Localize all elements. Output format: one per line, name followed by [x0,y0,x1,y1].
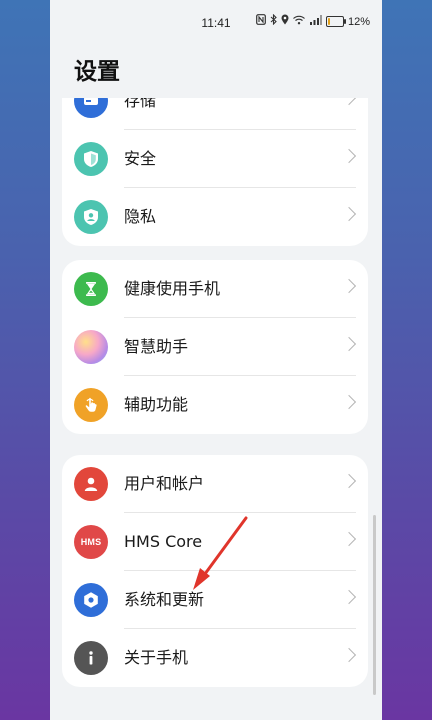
settings-item-accessibility[interactable]: 辅助功能 [62,376,368,434]
settings-item-users[interactable]: 用户和帐户 [62,455,368,513]
assistant-orb-icon [74,330,108,364]
hourglass-icon [74,272,108,306]
location-icon [281,14,289,29]
wifi-icon [293,15,305,29]
settings-item-label: 隐私 [124,207,157,226]
settings-item-digital-balance[interactable]: 健康使用手机 [62,260,368,318]
settings-item-hms-core[interactable]: HMS HMS Core [62,513,368,571]
chevron-right-icon [341,98,357,106]
settings-item-label: 用户和帐户 [124,474,205,493]
chevron-right-icon [341,394,357,410]
signal-icon [309,14,322,29]
settings-item-about-phone[interactable]: 关于手机 [62,629,368,687]
settings-item-storage[interactable]: 存储 [62,98,368,130]
settings-item-security[interactable]: 安全 [62,130,368,188]
user-icon [74,467,108,501]
battery-percent: 12% [347,15,370,28]
hand-pointer-icon [74,388,108,422]
privacy-shield-icon [74,200,108,234]
storage-icon [74,98,108,118]
chevron-right-icon [341,589,357,605]
status-icons: 12% [256,13,370,29]
chevron-right-icon [341,531,357,547]
nfc-icon [256,14,266,29]
phone-screen: 11:41 12% 设置 存储 安全 隐私 健康使用手机 智慧助手 辅助功能 用… [50,0,382,720]
page-title: 设置 [74,59,120,85]
settings-group-device: 存储 安全 隐私 [62,98,368,246]
bluetooth-icon [270,13,277,29]
status-bar: 11:41 12% [50,0,382,46]
settings-item-label: 关于手机 [124,648,189,667]
settings-group-system: 用户和帐户 HMS HMS Core 系统和更新 关于手机 [62,455,368,687]
chevron-right-icon [341,647,357,663]
gear-icon [74,583,108,617]
settings-item-label: 健康使用手机 [124,279,221,298]
settings-item-label: 系统和更新 [124,590,205,609]
info-icon [74,641,108,675]
hms-logo-text: HMS [80,537,102,547]
shield-icon [74,142,108,176]
hms-logo-icon: HMS [74,525,108,559]
chevron-right-icon [341,278,357,294]
chevron-right-icon [341,148,357,164]
scrollbar[interactable] [373,515,376,695]
battery-icon [325,16,346,27]
chevron-right-icon [341,473,357,489]
settings-item-label: HMS Core [124,532,203,551]
settings-item-assistant[interactable]: 智慧助手 [62,318,368,376]
settings-item-label: 辅助功能 [124,395,189,414]
battery-level [327,18,330,25]
chevron-right-icon [341,206,357,222]
settings-item-privacy[interactable]: 隐私 [62,188,368,246]
settings-list[interactable]: 存储 安全 隐私 健康使用手机 智慧助手 辅助功能 用户和帐户 HMS HMS … [50,98,382,720]
settings-item-system-update[interactable]: 系统和更新 [62,571,368,629]
settings-item-label: 安全 [124,149,157,168]
settings-item-label: 智慧助手 [124,337,189,356]
chevron-right-icon [341,336,357,352]
settings-group-wellbeing: 健康使用手机 智慧助手 辅助功能 [62,260,368,434]
settings-item-label: 存储 [124,98,157,110]
